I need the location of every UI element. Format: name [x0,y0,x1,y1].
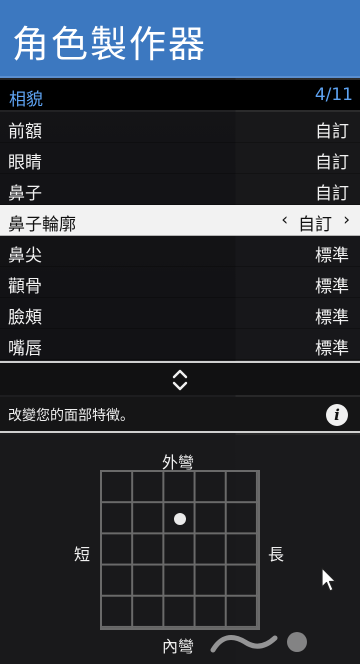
category-label: 相貌 [9,90,43,110]
menu-item-label: 嘴唇 [8,339,42,359]
menu-item-label: 鼻尖 [8,246,42,266]
page-counter: 4/11 [314,85,353,105]
menu-item-eyes[interactable]: 眼睛 自訂 [0,143,360,174]
menu-item-lips[interactable]: 嘴唇 標準 [0,329,360,360]
description-text: 改變您的面部特徵。 [8,408,134,424]
menu-item-cheeks[interactable]: 臉頰 標準 [0,298,360,329]
menu-item-label: 鼻子 [8,184,42,204]
mouse-cursor-icon [321,567,337,592]
character-creator-screen: 角色製作器 相貌 4/11 前額 自訂 眼睛 自訂 鼻子 自訂 鼻子輪廓 ‹ 自… [0,0,360,664]
grid-label-right: 長 [268,545,285,564]
menu-item-value: 標準 [315,246,349,266]
up-down-chevron-icon[interactable] [171,369,189,391]
feature-menu: 前額 自訂 眼睛 自訂 鼻子 自訂 鼻子輪廓 ‹ 自訂 › 鼻尖 標準 顴骨 標… [0,112,360,360]
grid-label-left: 短 [74,545,91,564]
menu-item-cheekbones[interactable]: 顴骨 標準 [0,267,360,298]
menu-item-value: 自訂 [315,122,349,142]
grid-marker[interactable] [174,512,186,525]
menu-item-label: 前額 [8,122,42,142]
chevron-left-icon[interactable]: ‹ [281,210,288,230]
description-bar: 改變您的面部特徵。 i [0,397,360,433]
menu-item-value: 標準 [315,339,349,359]
menu-item-nose-profile[interactable]: 鼻子輪廓 ‹ 自訂 › [0,205,360,236]
grid-label-bottom: 內彎 [162,637,195,656]
menu-item-value: 標準 [315,277,349,297]
menu-item-label: 鼻子輪廓 [8,215,76,235]
adjustment-grid[interactable] [100,470,260,630]
category-bar: 相貌 4/11 [0,80,360,110]
menu-item-nose-tip[interactable]: 鼻尖 標準 [0,236,360,267]
menu-item-label: 眼睛 [8,153,42,173]
menu-item-value: 標準 [315,308,349,328]
menu-item-value: 自訂 [315,153,349,173]
info-icon[interactable]: i [326,404,348,426]
menu-item-label: 顴骨 [8,277,42,297]
menu-item-nose[interactable]: 鼻子 自訂 [0,174,360,205]
menu-item-value: 自訂 [298,215,332,235]
menu-item-label: 臉頰 [8,308,42,328]
scroll-indicator[interactable] [0,361,360,395]
header-bar: 角色製作器 [0,0,360,78]
watermark-logo [210,632,307,653]
chevron-right-icon[interactable]: › [343,210,350,230]
menu-item-value: 自訂 [315,184,349,204]
page-title: 角色製作器 [12,23,207,66]
menu-item-forehead[interactable]: 前額 自訂 [0,112,360,143]
